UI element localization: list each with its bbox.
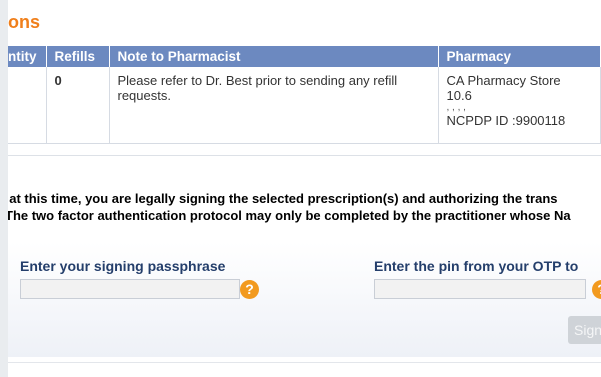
legal-notice: l at this time, you are legally signing … xyxy=(8,190,601,224)
legal-line-1: l at this time, you are legally signing … xyxy=(8,191,558,206)
left-panel-edge xyxy=(0,0,8,377)
prescription-signing-panel: ons ntity Refills Note to Pharmacist Pha… xyxy=(8,0,601,377)
column-header-refills[interactable]: Refills xyxy=(46,46,110,67)
passphrase-label: Enter your signing passphrase xyxy=(20,258,226,274)
column-header-pharmacy[interactable]: Pharmacy xyxy=(438,46,601,67)
pharmacy-address: , , , , xyxy=(446,102,466,113)
column-header-quantity[interactable]: ntity xyxy=(8,46,47,67)
passphrase-input[interactable] xyxy=(20,279,240,299)
pharmacy-name: CA Pharmacy Store xyxy=(446,73,561,88)
pharmacy-version: 10.6 xyxy=(446,88,472,103)
cell-quantity xyxy=(8,67,47,144)
table-header-row: ntity Refills Note to Pharmacist Pharmac… xyxy=(8,46,601,67)
pharmacy-ncpdp: NCPDP ID :9900118 xyxy=(446,113,566,128)
cell-note: Please refer to Dr. Best prior to sendin… xyxy=(109,67,439,144)
otp-label: Enter the pin from your OTP to xyxy=(374,258,579,274)
table-row[interactable]: 0 Please refer to Dr. Best prior to send… xyxy=(8,67,601,144)
bottom-divider xyxy=(8,362,601,363)
otp-input[interactable] xyxy=(374,279,586,299)
prescription-table: ntity Refills Note to Pharmacist Pharmac… xyxy=(8,46,601,144)
section-title: ons xyxy=(8,12,41,32)
help-icon[interactable]: ? xyxy=(240,280,259,299)
cell-pharmacy: CA Pharmacy Store 10.6 , , , , NCPDP ID … xyxy=(438,67,601,144)
sign-button[interactable]: Sign xyxy=(568,316,601,344)
legal-line-2: The two factor authentication protocol m… xyxy=(8,208,571,223)
section-divider xyxy=(8,155,601,156)
column-header-note[interactable]: Note to Pharmacist xyxy=(109,46,439,67)
cell-refills: 0 xyxy=(46,67,110,144)
